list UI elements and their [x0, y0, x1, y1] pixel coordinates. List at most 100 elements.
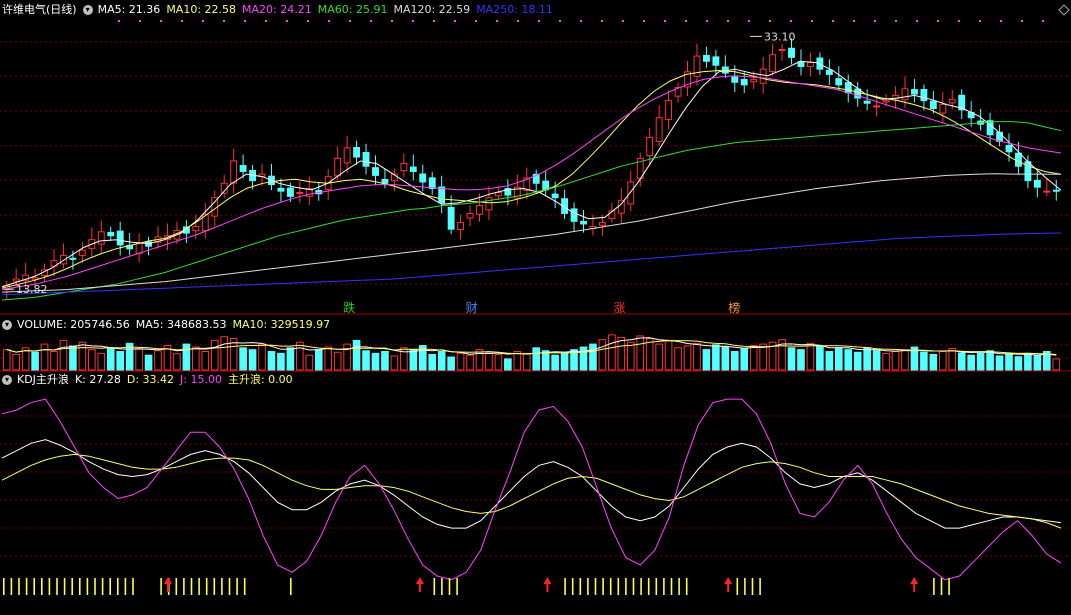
top-marker-dot	[769, 20, 771, 22]
candle-body	[343, 147, 351, 164]
candle-body	[731, 76, 739, 83]
candle-body	[1033, 179, 1041, 188]
top-marker-dot	[1000, 20, 1002, 22]
signal-bar	[243, 578, 246, 595]
chevron-down-icon[interactable]: ▾	[2, 320, 12, 330]
volume-bar	[88, 349, 96, 371]
ma-ma20: MA20: 24.21	[242, 3, 312, 16]
top-marker-dot	[1042, 20, 1044, 22]
signal-bar	[564, 578, 566, 595]
signal-bar	[213, 578, 216, 595]
volume-bar	[466, 354, 474, 371]
top-marker-dot	[370, 20, 372, 22]
event-marker-0: 跌	[343, 300, 355, 315]
volume-bars[interactable]	[2, 334, 1061, 371]
volume-bar	[1005, 353, 1013, 371]
candle-body	[135, 243, 143, 254]
signal-bar	[63, 578, 66, 595]
volume-bar	[693, 342, 701, 371]
top-marker-dot	[895, 20, 897, 22]
volume-header: ▾ VOLUME: 205746.56 MA5: 348683.53 MA10: 3…	[2, 317, 342, 333]
stock-name[interactable]: 许维电气(日线)	[2, 2, 77, 18]
volume-bar	[314, 349, 323, 371]
event-marker-2: 涨	[613, 300, 625, 315]
chevron-down-icon[interactable]: ▾	[2, 375, 12, 385]
volume-bar	[69, 345, 77, 371]
period-label: (日线)	[46, 3, 77, 16]
candle-body	[381, 179, 389, 184]
volume-bar	[106, 347, 115, 371]
signal-bar	[602, 578, 604, 595]
candle-body	[116, 230, 124, 246]
chevron-down-icon[interactable]: ▾	[82, 5, 93, 15]
top-marker-dot	[727, 20, 729, 22]
kdj-d: D: 33.42	[126, 373, 175, 386]
ma-ma60: MA60: 25.91	[317, 3, 388, 16]
signal-bar	[25, 578, 28, 595]
volume-bar	[712, 344, 720, 371]
red-arrow-head-icon	[910, 577, 919, 584]
volume-bar	[749, 345, 758, 371]
volume-bar	[825, 351, 834, 371]
kline-header: 许维电气(日线) ▾ MA5: 21.36 MA10: 22.58 MA20: 24…	[2, 2, 565, 18]
indicator-name[interactable]: KDJ主升浪	[17, 372, 69, 388]
candle-body	[362, 152, 370, 167]
candlestick-series[interactable]	[3, 38, 1060, 300]
volume-bar	[920, 351, 928, 371]
volume-bar	[702, 349, 711, 371]
red-arrow-head-icon	[724, 577, 733, 584]
volume-bar	[797, 349, 805, 371]
volume-bar	[674, 347, 682, 371]
top-marker-dot	[916, 20, 918, 22]
candle-body	[778, 48, 786, 51]
signal-bar	[48, 578, 51, 595]
signal-bar	[94, 578, 96, 595]
top-marker-dot	[748, 20, 750, 22]
signal-bar	[109, 578, 111, 595]
ma-ma120: MA120: 22.59	[393, 3, 471, 16]
top-marker-dot	[937, 20, 939, 22]
signal-bar	[587, 578, 589, 595]
volume-bar	[485, 351, 493, 371]
signal-bar	[56, 578, 58, 595]
chart-canvas[interactable]: 33.10 13.82 跌 财 涨 榜	[0, 0, 1071, 615]
signal-bar	[940, 578, 943, 595]
volume-bar	[589, 343, 597, 371]
candle-body	[107, 231, 115, 237]
candle-body	[277, 187, 285, 192]
signal-bar	[236, 578, 238, 595]
low-price-label: 13.82	[16, 283, 48, 296]
volume-bar	[532, 347, 541, 371]
candle-body	[69, 257, 77, 260]
signal-bar	[759, 578, 761, 595]
candle-body	[665, 100, 673, 120]
red-arrow-head-icon	[415, 577, 424, 584]
ma-ma250: MA250: 18.11	[476, 3, 553, 16]
candle-body	[598, 222, 606, 226]
signal-bar	[205, 578, 208, 595]
candle-body	[372, 167, 379, 176]
volume-bar	[381, 351, 389, 371]
volume-bar	[863, 347, 871, 371]
top-marker-dot	[391, 20, 393, 22]
volume-bar	[371, 352, 380, 371]
volume-bar	[551, 354, 559, 371]
signal-bar	[933, 578, 935, 595]
volume-bar	[192, 346, 200, 371]
top-marker-dot	[853, 20, 855, 22]
candle-body	[929, 100, 937, 110]
volume-bar	[853, 351, 862, 371]
volume-bar	[834, 347, 843, 371]
top-marker-dot	[202, 20, 204, 22]
volume-bar	[50, 351, 58, 371]
volume-legend: VOLUME: 205746.56 MA5: 348683.53 MA10: 329…	[17, 317, 336, 333]
candle-body	[192, 226, 200, 232]
top-marker-dot	[433, 20, 435, 22]
volume-bar	[437, 351, 446, 371]
signal-bar	[33, 578, 35, 595]
volume-bar	[343, 343, 351, 371]
volume-bar	[787, 347, 796, 371]
volume-bar	[258, 343, 266, 371]
volume-bar	[248, 349, 257, 371]
high-price-label: 33.10	[764, 30, 796, 43]
